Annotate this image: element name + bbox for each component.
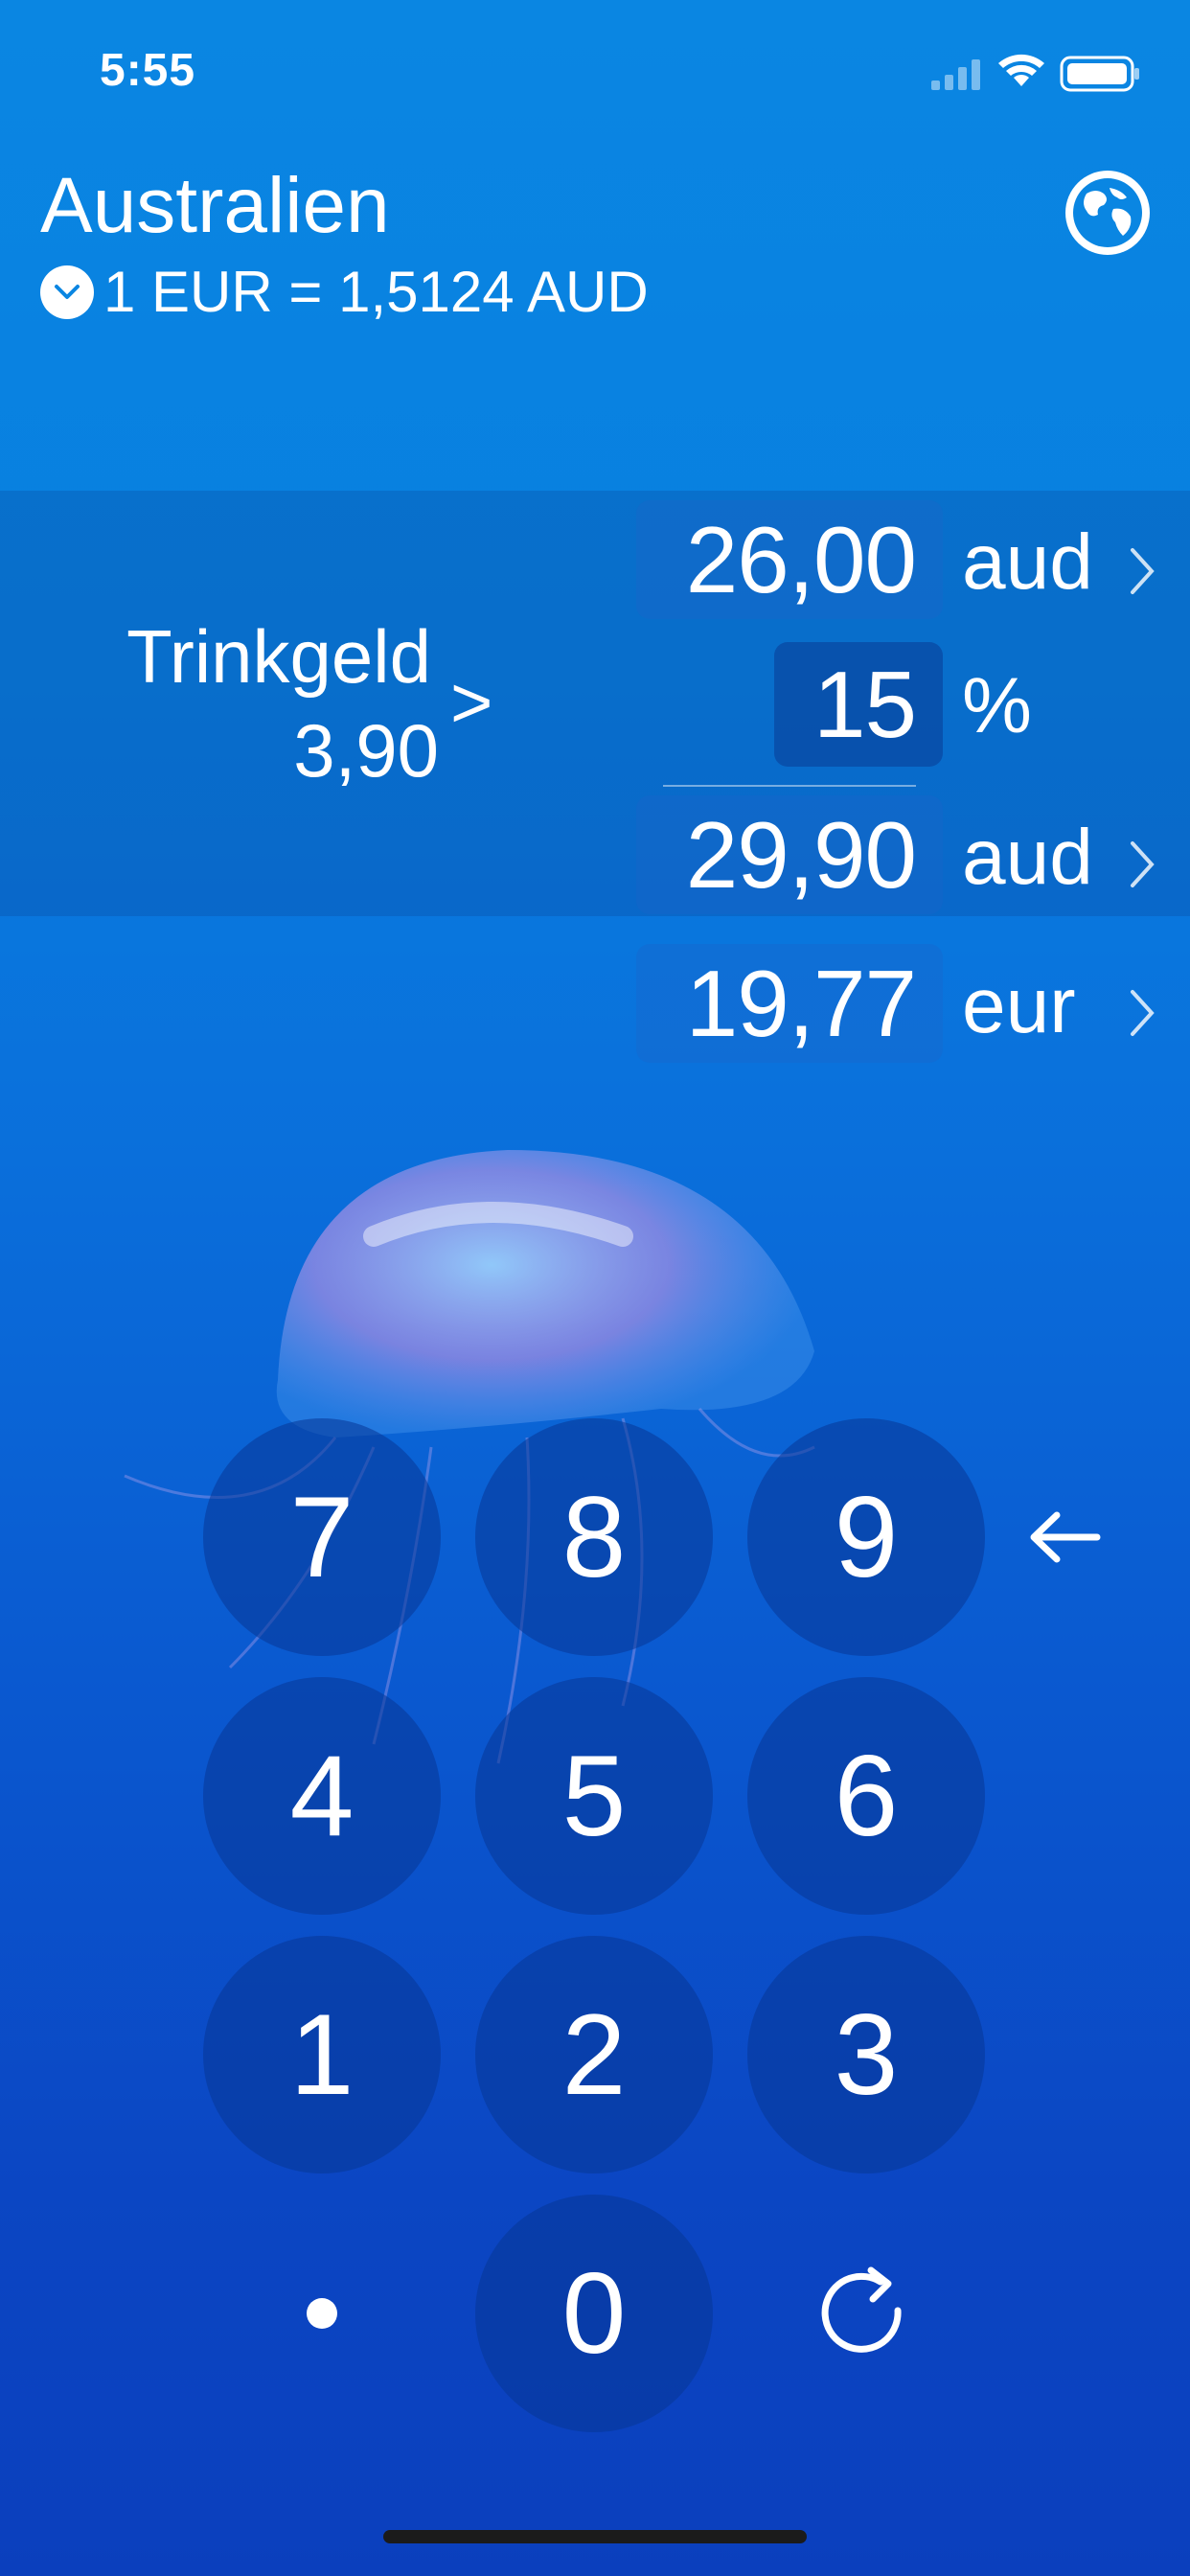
jellyfish-background xyxy=(124,1150,815,1764)
key-2[interactable]: 2 xyxy=(475,1936,713,2174)
home-indicator xyxy=(383,2530,807,2543)
total-currency[interactable]: aud xyxy=(962,813,1093,903)
chevron-right-icon[interactable] xyxy=(1123,542,1161,600)
bill-currency[interactable]: aud xyxy=(962,518,1093,608)
key-1[interactable]: 1 xyxy=(203,1936,441,2174)
divider xyxy=(663,785,916,787)
chevron-down-icon[interactable] xyxy=(40,264,94,319)
status-icons xyxy=(931,54,1139,92)
key-5[interactable]: 5 xyxy=(475,1677,713,1915)
status-time: 5:55 xyxy=(100,45,196,96)
exchange-rate-text: 1 EUR = 1,5124 AUD xyxy=(103,260,649,324)
bill-amount[interactable]: 26,00 xyxy=(636,500,943,619)
key-7[interactable]: 7 xyxy=(203,1418,441,1656)
chevron-right-icon[interactable] xyxy=(1123,984,1161,1042)
chevron-right-icon[interactable] xyxy=(1123,836,1161,893)
signal-icon xyxy=(931,59,980,90)
battery-icon xyxy=(1060,56,1139,92)
refresh-icon xyxy=(821,2266,902,2353)
key-0[interactable]: 0 xyxy=(475,2195,713,2432)
tip-percent[interactable]: 15 xyxy=(774,642,943,767)
wifi-icon xyxy=(998,54,1044,86)
percent-sign: % xyxy=(962,662,1032,749)
key-8[interactable]: 8 xyxy=(475,1418,713,1656)
backspace-button[interactable] xyxy=(947,1418,1184,1656)
country-title[interactable]: Australien xyxy=(40,161,390,251)
globe-icon[interactable] xyxy=(1065,171,1150,255)
key-3[interactable]: 3 xyxy=(747,1936,985,2174)
refresh-button[interactable] xyxy=(747,2195,985,2432)
dot-icon xyxy=(307,2298,337,2329)
arrow-left-icon xyxy=(1030,1511,1101,1563)
exchange-rate[interactable]: 1 EUR = 1,5124 AUD xyxy=(40,259,649,325)
key-6[interactable]: 6 xyxy=(747,1677,985,1915)
converted-amount[interactable]: 19,77 xyxy=(636,944,943,1063)
key-4[interactable]: 4 xyxy=(203,1677,441,1915)
tip-amount[interactable]: 3,90 xyxy=(0,707,439,794)
total-amount[interactable]: 29,90 xyxy=(636,795,943,914)
tip-label[interactable]: Trinkgeld xyxy=(0,613,431,701)
tip-chevron[interactable]: > xyxy=(450,661,492,745)
converted-currency[interactable]: eur xyxy=(962,961,1076,1051)
decimal-button[interactable] xyxy=(203,2195,441,2432)
